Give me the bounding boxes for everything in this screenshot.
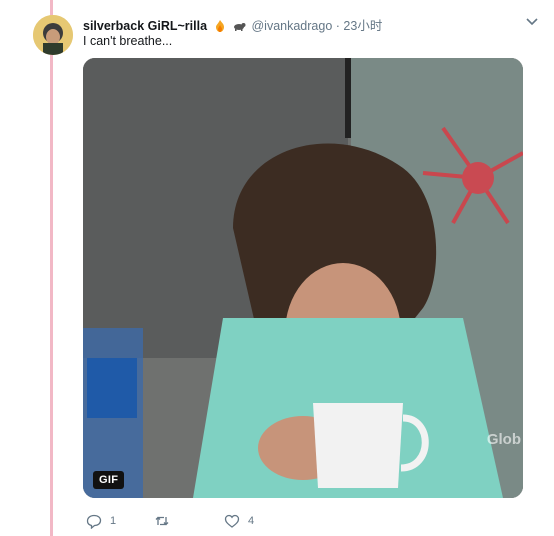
retweet-button[interactable]	[154, 512, 178, 530]
heart-icon	[224, 514, 240, 528]
user-handle[interactable]: @ivankadrago	[251, 19, 332, 33]
gif-media[interactable]: GIF Glob	[83, 58, 523, 498]
watermark: Glob	[486, 431, 521, 448]
timestamp[interactable]: 23小时	[343, 19, 382, 33]
retweet-icon	[155, 516, 169, 526]
tweet-header: silverback GiRL~rilla @ivankadrago · 23小…	[83, 15, 534, 33]
display-name[interactable]: silverback GiRL~rilla	[83, 19, 207, 33]
gif-frame	[83, 58, 523, 498]
reply-count: 1	[110, 515, 117, 527]
avatar[interactable]	[33, 15, 73, 55]
gif-badge: GIF	[93, 471, 125, 489]
thread-line	[50, 0, 53, 536]
animal-emoji-icon	[234, 23, 246, 31]
like-button[interactable]: 4	[224, 512, 254, 530]
separator: ·	[335, 19, 340, 33]
fire-emoji-icon	[215, 20, 224, 32]
tweet-actions: 1 4	[86, 512, 386, 532]
tweet-text: I can't breathe...	[83, 34, 173, 48]
chevron-down-icon[interactable]	[524, 13, 540, 29]
reply-icon	[86, 514, 102, 529]
reply-button[interactable]: 1	[86, 512, 116, 530]
like-count: 4	[248, 515, 255, 527]
